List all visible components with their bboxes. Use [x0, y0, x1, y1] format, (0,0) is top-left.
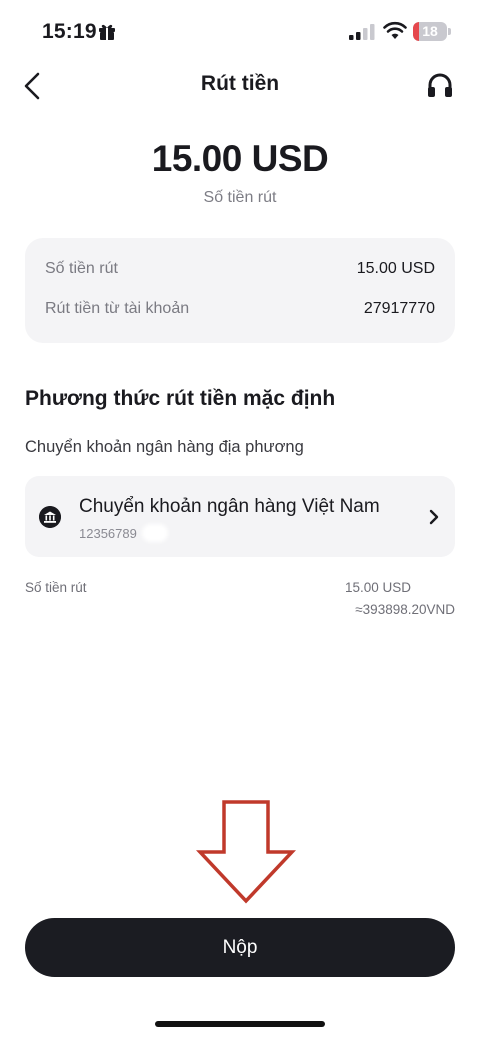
- battery-level: 18: [422, 23, 438, 39]
- status-time: 15:19: [42, 20, 97, 43]
- section-subtitle: Chuyển khoản ngân hàng địa phương: [25, 438, 304, 456]
- headset-icon[interactable]: [425, 72, 455, 100]
- home-indicator: [155, 1021, 325, 1027]
- battery-icon: 18: [413, 22, 451, 41]
- account-redaction: [142, 524, 168, 542]
- signal-icon: [349, 24, 375, 40]
- amount-info-usd: 15.00 USD: [344, 580, 411, 595]
- summary-account-label: Rút tiền từ tài khoản: [45, 300, 190, 317]
- summary-amount-value: 15.00 USD: [356, 260, 435, 277]
- bank-icon: [39, 506, 61, 528]
- amount-info-label: Số tiền rút: [25, 580, 87, 595]
- summary-account-value: 27917770: [363, 300, 435, 317]
- summary-card: Số tiền rút 15.00 USD Rút tiền từ tài kh…: [25, 238, 455, 343]
- down-arrow-annotation: [196, 800, 296, 904]
- chevron-right-icon: [429, 509, 439, 525]
- wifi-icon: [383, 21, 407, 39]
- page-title: Rút tiền: [200, 72, 280, 95]
- section-title: Phương thức rút tiền mặc định: [25, 387, 336, 410]
- summary-amount-label: Số tiền rút: [45, 260, 118, 277]
- submit-button[interactable]: Nộp: [25, 918, 455, 977]
- method-account: 12356789: [79, 526, 137, 541]
- amount-info-vnd: ≈393898.20VND: [355, 602, 455, 617]
- withdraw-amount-caption: Số tiền rút: [203, 189, 277, 206]
- withdraw-method-card[interactable]: Chuyển khoản ngân hàng Việt Nam 12356789: [25, 476, 455, 557]
- withdraw-amount: 15.00 USD: [151, 138, 329, 179]
- gift-icon: [99, 24, 115, 40]
- method-name: Chuyển khoản ngân hàng Việt Nam: [79, 496, 380, 517]
- status-bar: 15:19 18: [0, 0, 480, 62]
